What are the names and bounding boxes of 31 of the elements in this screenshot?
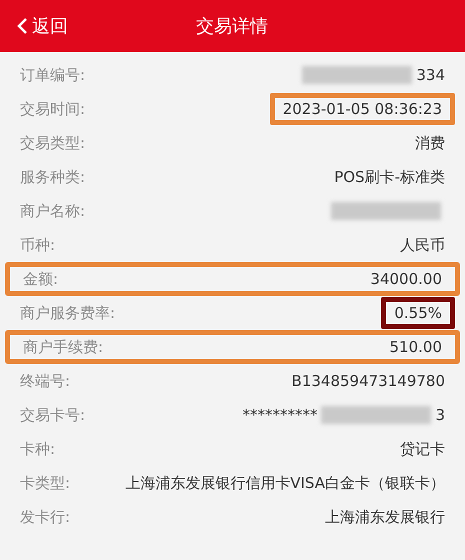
back-button[interactable]: 返回: [16, 12, 68, 40]
field-label: 发卡行:: [20, 508, 70, 526]
field-label: 卡种:: [20, 440, 56, 458]
page-title: 交易详情: [196, 14, 268, 38]
field-value: 消费: [415, 134, 445, 152]
field-value: 2023-01-05 08:36:23: [270, 93, 455, 125]
field-label: 终端号:: [20, 372, 70, 390]
field-value: 510.00: [390, 338, 442, 356]
field-label: 卡类型:: [20, 474, 70, 492]
field-value: 上海浦东发展银行: [325, 508, 445, 526]
field-label: 商户名称:: [20, 202, 86, 220]
field-label: 币种:: [20, 236, 56, 254]
field-label: 服务种类:: [20, 168, 86, 186]
field-value: 34000.00: [370, 270, 442, 288]
field-value: 3: [435, 406, 445, 424]
field-label: 交易类型:: [20, 134, 86, 152]
field-label: 商户服务费率:: [20, 304, 116, 322]
field-value: B134859473149780: [292, 372, 445, 390]
field-value: POS刷卡-标准类: [334, 168, 445, 186]
field-value: 贷记卡: [400, 440, 445, 458]
field-label: 订单编号:: [20, 66, 86, 84]
field-value: 334: [416, 66, 445, 84]
field-label: 交易时间:: [20, 100, 86, 118]
field-value: 0.55%: [381, 297, 455, 329]
field-label: 交易卡号:: [20, 406, 86, 424]
field-label: 商户手续费:: [23, 338, 104, 356]
back-icon: [16, 17, 28, 35]
field-value: 人民币: [400, 236, 445, 254]
field-value: 上海浦东发展银行信用卡VISA白金卡（银联卡）: [125, 474, 445, 492]
field-value: **********: [242, 406, 318, 424]
field-label: 金额:: [23, 270, 58, 288]
